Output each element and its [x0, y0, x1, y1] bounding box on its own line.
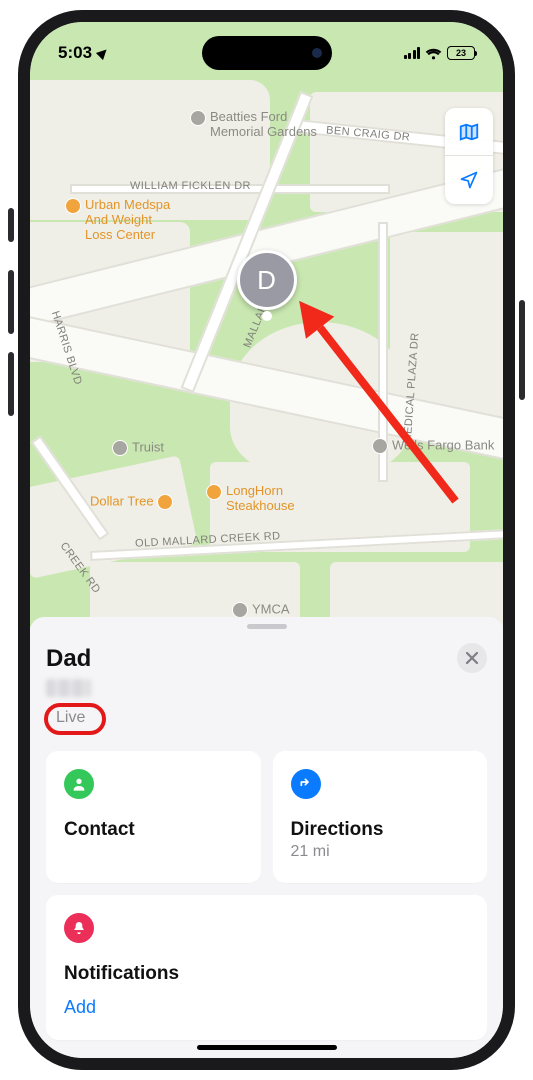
map-controls — [445, 108, 493, 204]
directions-card[interactable]: Directions 21 mi — [273, 751, 488, 883]
add-notification-button[interactable]: Add — [64, 997, 469, 1018]
battery-icon: 23 — [447, 46, 475, 60]
detail-sheet[interactable]: Dad Live Contact — [30, 617, 503, 1058]
wifi-icon — [425, 47, 442, 60]
contact-card[interactable]: Contact — [46, 751, 261, 883]
bell-icon — [64, 913, 94, 943]
annotation-circle — [44, 703, 106, 735]
notifications-label: Notifications — [64, 963, 469, 985]
directions-icon — [291, 769, 321, 799]
status-time: 5:03 — [58, 43, 92, 63]
person-name: Dad — [46, 645, 95, 673]
map-poi[interactable]: YMCA — [232, 602, 290, 618]
map-view[interactable]: Ben Craig Dr William Ficklen Dr Harris B… — [30, 22, 503, 627]
location-services-icon — [96, 46, 110, 60]
street-label: William Ficklen Dr — [130, 180, 251, 192]
directions-label: Directions — [291, 819, 470, 841]
locate-me-button[interactable] — [445, 156, 493, 204]
screen: 5:03 23 — [30, 22, 503, 1058]
directions-distance: 21 mi — [291, 843, 470, 861]
dynamic-island — [202, 36, 332, 70]
contact-label: Contact — [64, 819, 243, 841]
address-redacted — [46, 679, 91, 697]
map-poi[interactable]: Urban Medspa And Weight Loss Center — [65, 198, 170, 243]
avatar-initial: D — [257, 265, 276, 296]
home-indicator[interactable] — [197, 1045, 337, 1050]
map-poi[interactable]: LongHorn Steakhouse — [206, 484, 295, 514]
phone-frame: 5:03 23 — [18, 10, 515, 1070]
person-location-pin[interactable]: D — [237, 250, 297, 310]
map-mode-button[interactable] — [445, 108, 493, 156]
map-poi[interactable]: Truist — [112, 440, 164, 456]
cellular-icon — [404, 47, 421, 59]
close-button[interactable] — [457, 643, 487, 673]
map-poi[interactable]: Beatties Ford Memorial Gardens — [190, 110, 317, 140]
map-poi[interactable]: Dollar Tree — [90, 494, 177, 510]
notifications-card[interactable]: Notifications Add — [46, 895, 487, 1040]
person-icon — [64, 769, 94, 799]
sheet-grabber[interactable] — [247, 624, 287, 629]
